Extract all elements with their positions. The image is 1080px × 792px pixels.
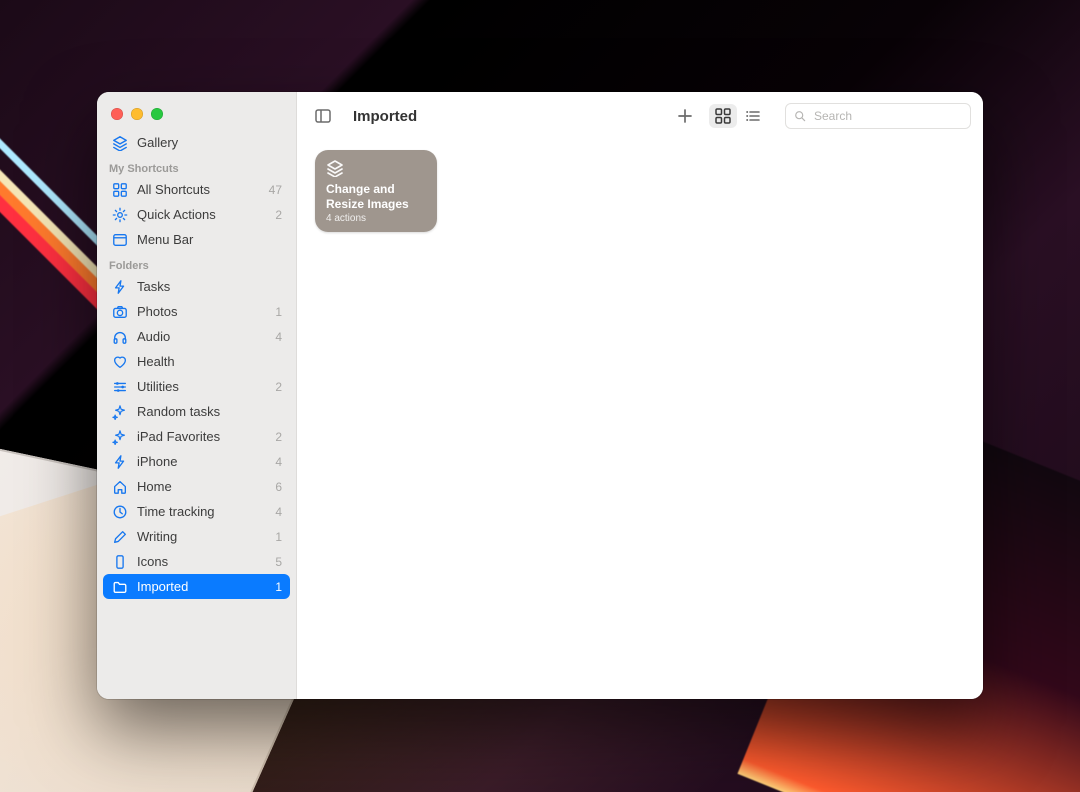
sparkle-icon: [111, 404, 129, 420]
sidebar-item-count: 1: [275, 530, 282, 544]
shortcut-subtitle: 4 actions: [326, 213, 426, 224]
page-title: Imported: [353, 108, 417, 125]
shortcut-title: Change and Resize Images: [326, 182, 426, 212]
sidebar-item-quick-actions[interactable]: Quick Actions 2: [103, 202, 290, 227]
sidebar-item-count: 2: [275, 208, 282, 222]
sidebar-item-count: 2: [275, 430, 282, 444]
sidebar-item-writing[interactable]: Writing 1: [103, 524, 290, 549]
toggle-sidebar-button[interactable]: [309, 104, 337, 128]
shortcut-card[interactable]: Change and Resize Images4 actions: [315, 150, 437, 232]
sidebar-item-all-shortcuts[interactable]: All Shortcuts 47: [103, 177, 290, 202]
sidebar-item-label: Photos: [137, 304, 267, 319]
sidebar-section-title: My Shortcuts: [97, 155, 296, 177]
sidebar-item-label: Audio: [137, 329, 267, 344]
sidebar-item-imported[interactable]: Imported 1: [103, 574, 290, 599]
layers-icon: [111, 135, 129, 151]
sidebar-item-health[interactable]: Health: [103, 349, 290, 374]
search-icon: [793, 109, 807, 123]
window-icon: [111, 232, 129, 248]
sidebar-item-icons[interactable]: Icons 5: [103, 549, 290, 574]
sidebar-item-count: 47: [269, 183, 282, 197]
search-field[interactable]: [785, 103, 971, 129]
search-input[interactable]: [812, 108, 963, 124]
sidebar-item-menu-bar[interactable]: Menu Bar: [103, 227, 290, 252]
sidebar-item-count: 4: [275, 330, 282, 344]
list-view-button[interactable]: [739, 104, 767, 128]
sidebar-item-home[interactable]: Home 6: [103, 474, 290, 499]
sidebar-item-label: iPhone: [137, 454, 267, 469]
new-shortcut-button[interactable]: [671, 104, 699, 128]
shortcuts-grid: Change and Resize Images4 actions: [297, 140, 983, 699]
sidebar-item-label: Icons: [137, 554, 267, 569]
grid-view-button[interactable]: [709, 104, 737, 128]
shortcuts-window: Gallery My ShortcutsAll Shortcuts47Quick…: [97, 92, 983, 699]
sidebar-item-label: Imported: [137, 579, 267, 594]
sidebar-item-random-tasks[interactable]: Random tasks: [103, 399, 290, 424]
camera-icon: [111, 304, 129, 320]
sidebar-item-label: Random tasks: [137, 404, 274, 419]
heart-icon: [111, 354, 129, 370]
phone-icon: [111, 554, 129, 570]
sidebar-item-iphone[interactable]: iPhone 4: [103, 449, 290, 474]
main-pane: Imported Change and Resize Images4 a: [297, 92, 983, 699]
sidebar-item-ipad-favorites[interactable]: iPad Favorites 2: [103, 424, 290, 449]
zoom-button[interactable]: [151, 108, 163, 120]
sidebar: Gallery My ShortcutsAll Shortcuts47Quick…: [97, 92, 297, 699]
sidebar-item-utilities[interactable]: Utilities 2: [103, 374, 290, 399]
sidebar-item-label: Writing: [137, 529, 267, 544]
view-mode-group: [709, 104, 767, 128]
sidebar-item-label: iPad Favorites: [137, 429, 267, 444]
sidebar-item-time-tracking[interactable]: Time tracking 4: [103, 499, 290, 524]
sidebar-item-label: Health: [137, 354, 274, 369]
sidebar-item-count: 1: [275, 305, 282, 319]
house-icon: [111, 479, 129, 495]
grid4-icon: [111, 182, 129, 198]
gear-icon: [111, 207, 129, 223]
sidebar-item-label: Home: [137, 479, 267, 494]
sidebar-item-photos[interactable]: Photos 1: [103, 299, 290, 324]
sidebar-item-label: Quick Actions: [137, 207, 267, 222]
sidebar-item-label: All Shortcuts: [137, 182, 261, 197]
sidebar-item-label: Utilities: [137, 379, 267, 394]
window-controls: [97, 98, 296, 130]
clock-icon: [111, 504, 129, 520]
sidebar-item-label: Menu Bar: [137, 232, 274, 247]
sidebar-item-count: 4: [275, 455, 282, 469]
sliders-icon: [111, 379, 129, 395]
sidebar-item-label: Tasks: [137, 279, 274, 294]
folder-icon: [111, 579, 129, 595]
sidebar-item-count: 5: [275, 555, 282, 569]
sidebar-item-count: 2: [275, 380, 282, 394]
sidebar-section-title: Folders: [97, 252, 296, 274]
sidebar-item-label: Gallery: [137, 135, 274, 150]
sidebar-item-label: Time tracking: [137, 504, 267, 519]
sparkle-icon: [111, 429, 129, 445]
sidebar-item-count: 4: [275, 505, 282, 519]
sidebar-item-count: 1: [275, 580, 282, 594]
toolbar: Imported: [297, 92, 983, 140]
pen-icon: [111, 529, 129, 545]
layers-icon: [326, 159, 426, 177]
sidebar-item-gallery[interactable]: Gallery: [103, 130, 290, 155]
close-button[interactable]: [111, 108, 123, 120]
bolt-icon: [111, 279, 129, 295]
headphones-icon: [111, 329, 129, 345]
sidebar-item-count: 6: [275, 480, 282, 494]
sidebar-item-audio[interactable]: Audio 4: [103, 324, 290, 349]
minimize-button[interactable]: [131, 108, 143, 120]
bolt-icon: [111, 454, 129, 470]
sidebar-item-tasks[interactable]: Tasks: [103, 274, 290, 299]
